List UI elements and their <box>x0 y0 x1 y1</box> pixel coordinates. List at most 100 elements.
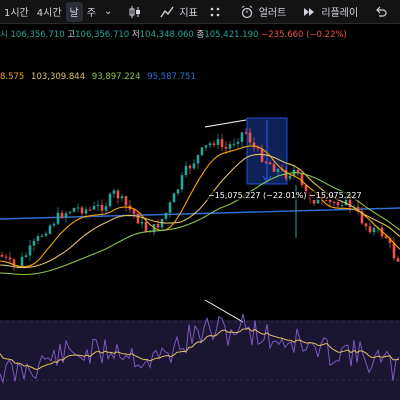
candle-body <box>120 196 124 199</box>
candle-body <box>260 148 264 162</box>
rsi-trendline <box>204 299 244 323</box>
candle-body <box>156 224 160 228</box>
candle-body <box>24 255 28 257</box>
candle-body <box>200 147 204 155</box>
top-toolbar: 1시간 4시간 날 주 ⌄ 지표 얼러트 리플레이 <box>0 0 400 24</box>
chevron-down-icon: ⌄ <box>103 6 113 17</box>
candle-body <box>132 209 136 214</box>
candle-body <box>212 143 216 145</box>
candle-body <box>40 235 44 237</box>
candle-body <box>108 193 112 207</box>
indicators-label: 지표 <box>179 8 198 19</box>
candle-body <box>104 206 108 211</box>
candle-body <box>96 205 100 207</box>
candle-body <box>80 207 84 214</box>
price-chart[interactable] <box>0 0 400 400</box>
candle-body <box>88 209 92 211</box>
timeframe-1h-label: 1시간 <box>4 8 29 19</box>
ohlc-legend: 시 106,356.710 고106,356.710 저104,348.060 … <box>0 28 400 42</box>
candle-body <box>188 165 192 169</box>
candle-body <box>136 213 140 224</box>
candle-body <box>28 245 32 256</box>
candle-body <box>56 212 60 224</box>
timeframe-dropdown[interactable]: ⌄ <box>100 2 116 22</box>
candle-body <box>60 212 64 218</box>
ma3-value: 93,897.224 <box>91 72 141 82</box>
candle-body <box>204 145 208 148</box>
candle-body <box>100 205 104 211</box>
timeframe-day[interactable]: 날 <box>65 1 83 22</box>
candle-body <box>332 201 336 203</box>
ohlc-low: 104,348.060 <box>139 30 194 40</box>
ohlc-high-key: 고 <box>67 30 76 40</box>
alarm-clock-icon <box>238 2 256 22</box>
candle-body <box>124 196 128 206</box>
candle-body <box>228 144 232 149</box>
candle-body <box>4 256 8 258</box>
candle-body <box>92 206 96 210</box>
candle-body <box>372 227 376 233</box>
timeframe-week-label: 주 <box>86 8 96 19</box>
candle-body <box>220 139 224 147</box>
timeframe-week[interactable]: 주 <box>83 2 100 22</box>
candle-body <box>68 211 72 214</box>
candle-body <box>196 154 200 164</box>
candle-body <box>36 236 40 241</box>
candle-body <box>236 141 240 144</box>
timeframe-4h-label: 4시간 <box>36 8 62 19</box>
candle-body <box>176 189 180 194</box>
ma-legend: 8.575 103,309.844 93,897.224 95,587.751 <box>0 70 400 84</box>
candle-body <box>180 174 184 190</box>
indicators-icon <box>158 2 176 22</box>
timeframe-4h[interactable]: 4시간 <box>33 2 66 22</box>
candle-body <box>364 223 368 227</box>
ma4-value: 95,587.751 <box>147 72 196 82</box>
candle-body <box>72 207 76 212</box>
alert-button[interactable]: 얼러트 <box>234 2 291 22</box>
ohlc-close: 105,421.190 <box>204 30 259 40</box>
candle-body <box>32 240 36 246</box>
candle-body <box>168 202 172 213</box>
ohlc-change: −235.660 (−0.22%) <box>261 30 347 40</box>
candle-body <box>300 173 304 186</box>
candle-body <box>52 223 56 226</box>
candle-body <box>64 213 68 218</box>
ma3-line <box>0 172 400 276</box>
candle-body <box>268 162 272 165</box>
undo-icon <box>372 2 390 22</box>
candle-body <box>208 143 212 146</box>
candle-body <box>112 190 116 194</box>
ma1-line <box>0 145 400 268</box>
candle-body <box>288 175 292 179</box>
indicators-button[interactable]: 지표 <box>154 2 201 22</box>
timeframe-1h[interactable]: 1시간 <box>0 2 33 22</box>
measure-label: −15,075.227 (−22.01%) −15,075.227 <box>206 191 364 200</box>
ohlc-open: 시 106,356.710 <box>0 30 65 40</box>
candle-body <box>232 143 236 145</box>
candle-body <box>172 193 176 203</box>
replay-label: 리플레이 <box>321 8 359 19</box>
candle-body <box>224 146 228 149</box>
candle-body <box>328 199 332 202</box>
candle-body <box>84 209 88 214</box>
candle-body <box>0 255 4 257</box>
undo-button[interactable] <box>368 2 394 22</box>
candle-body <box>240 132 244 142</box>
chart-type-button[interactable] <box>122 2 148 22</box>
candle-body <box>8 257 12 260</box>
templates-button[interactable] <box>202 2 228 22</box>
candle-body <box>336 202 340 206</box>
replay-button[interactable]: 리플레이 <box>296 2 362 22</box>
redo-button[interactable] <box>394 2 400 22</box>
alert-label: 얼러트 <box>258 8 287 19</box>
ma2-line <box>0 153 400 269</box>
candle-body <box>216 139 220 145</box>
candle-body <box>20 256 24 266</box>
candle-body <box>192 163 196 169</box>
candle-body <box>48 225 52 234</box>
ohlc-high: 106,356.710 <box>75 30 130 40</box>
timeframe-day-label: 날 <box>69 8 79 19</box>
candle-body <box>368 226 372 233</box>
candle-body <box>116 190 120 199</box>
candle-body <box>44 233 48 236</box>
